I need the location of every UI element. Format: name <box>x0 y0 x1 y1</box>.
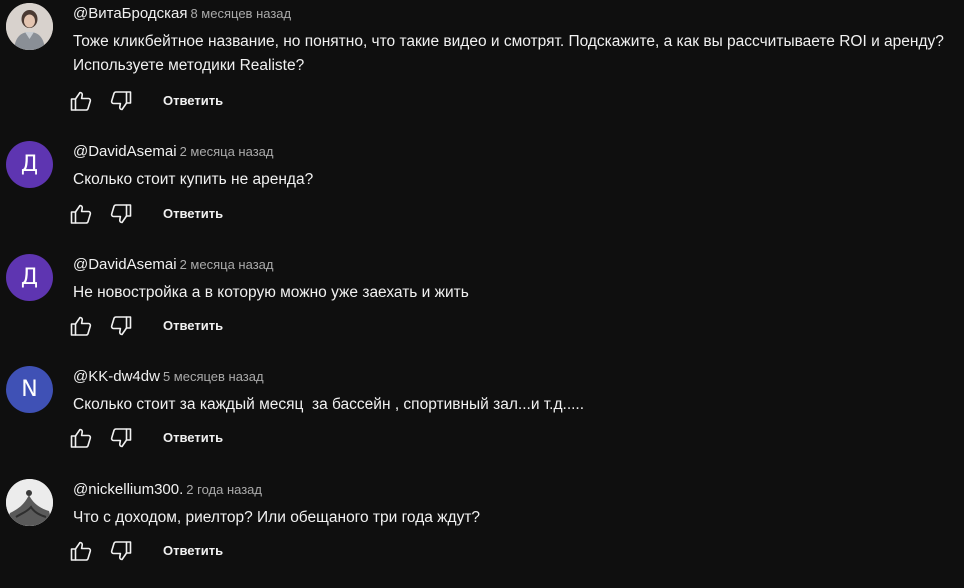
comment-actions: Ответить <box>68 313 223 339</box>
comment-meta: @DavidAsemai 2 месяца назад <box>73 142 273 162</box>
thumbs-up-icon <box>70 91 92 111</box>
comment-meta: @KK-dw4dw 5 месяцев назад <box>73 367 264 387</box>
author-name[interactable]: @DavidAsemai <box>73 256 177 273</box>
reply-button[interactable]: Ответить <box>163 201 223 227</box>
comment-text: Сколько стоит за каждый месяц за бассейн… <box>73 396 585 413</box>
reply-button[interactable]: Ответить <box>163 88 223 114</box>
comment-item: @ВитаБродская 8 месяцев назад Тоже кликбе… <box>0 0 964 112</box>
avatar[interactable] <box>6 3 53 50</box>
like-button[interactable] <box>68 313 94 339</box>
like-button[interactable] <box>68 201 94 227</box>
thumbs-up-icon <box>70 204 92 224</box>
user-photo-icon <box>6 3 53 50</box>
thumbs-up-icon <box>70 541 92 561</box>
thumbs-up-icon <box>70 316 92 336</box>
comment-item: N @KK-dw4dw 5 месяцев назад Сколько стоит… <box>0 363 964 475</box>
thumbs-down-icon <box>110 316 132 336</box>
comment-actions: Ответить <box>68 538 223 564</box>
avatar-letter: Д <box>20 152 39 177</box>
thumbs-up-icon <box>70 428 92 448</box>
comment-time[interactable]: 2 месяца назад <box>180 257 274 272</box>
author-name[interactable]: @ВитаБродская <box>73 5 187 22</box>
author-name[interactable]: @nickellium300. <box>73 481 183 498</box>
avatar[interactable] <box>6 479 53 526</box>
comment-text: Не новостройка а в которую можно уже зае… <box>73 284 469 301</box>
comment-text: Тоже кликбейтное название, но понятно, ч… <box>73 33 949 74</box>
thumbs-down-icon <box>110 541 132 561</box>
comment-meta: @nickellium300. 2 года назад <box>73 480 262 500</box>
like-button[interactable] <box>68 88 94 114</box>
avatar[interactable]: Д <box>6 141 53 188</box>
comment-actions: Ответить <box>68 88 223 114</box>
dislike-button[interactable] <box>108 313 134 339</box>
comment-time[interactable]: 8 месяцев назад <box>190 6 291 21</box>
avatar-letter: N <box>21 377 38 402</box>
comment-time[interactable]: 2 года назад <box>186 482 262 497</box>
comment-time[interactable]: 5 месяцев назад <box>163 369 264 384</box>
author-name[interactable]: @DavidAsemai <box>73 143 177 160</box>
comment-actions: Ответить <box>68 425 223 451</box>
comment-meta: @ВитаБродская 8 месяцев назад <box>73 4 291 24</box>
reply-button[interactable]: Ответить <box>163 313 223 339</box>
thumbs-down-icon <box>110 91 132 111</box>
like-button[interactable] <box>68 538 94 564</box>
avatar[interactable]: N <box>6 366 53 413</box>
dislike-button[interactable] <box>108 88 134 114</box>
comment-actions: Ответить <box>68 201 223 227</box>
comment-item: Д @DavidAsemai 2 месяца назад Не новостро… <box>0 251 964 363</box>
dislike-button[interactable] <box>108 538 134 564</box>
comment-text: Сколько стоит купить не аренда? <box>73 171 314 188</box>
avatar[interactable]: Д <box>6 254 53 301</box>
reply-button[interactable]: Ответить <box>163 538 223 564</box>
like-button[interactable] <box>68 425 94 451</box>
avatar-letter: Д <box>20 265 39 290</box>
comment-text: Что с доходом, риелтор? Или обещаного тр… <box>73 509 481 526</box>
user-photo-icon <box>6 479 53 526</box>
reply-button[interactable]: Ответить <box>163 425 223 451</box>
thumbs-down-icon <box>110 204 132 224</box>
comment-item: Д @DavidAsemai 2 месяца назад Сколько сто… <box>0 138 964 250</box>
dislike-button[interactable] <box>108 201 134 227</box>
thumbs-down-icon <box>110 428 132 448</box>
author-name[interactable]: @KK-dw4dw <box>73 368 160 385</box>
comment-time[interactable]: 2 месяца назад <box>180 144 274 159</box>
comment-meta: @DavidAsemai 2 месяца назад <box>73 255 273 275</box>
dislike-button[interactable] <box>108 425 134 451</box>
comment-item: @nickellium300. 2 года назад Что с доходо… <box>0 476 964 588</box>
